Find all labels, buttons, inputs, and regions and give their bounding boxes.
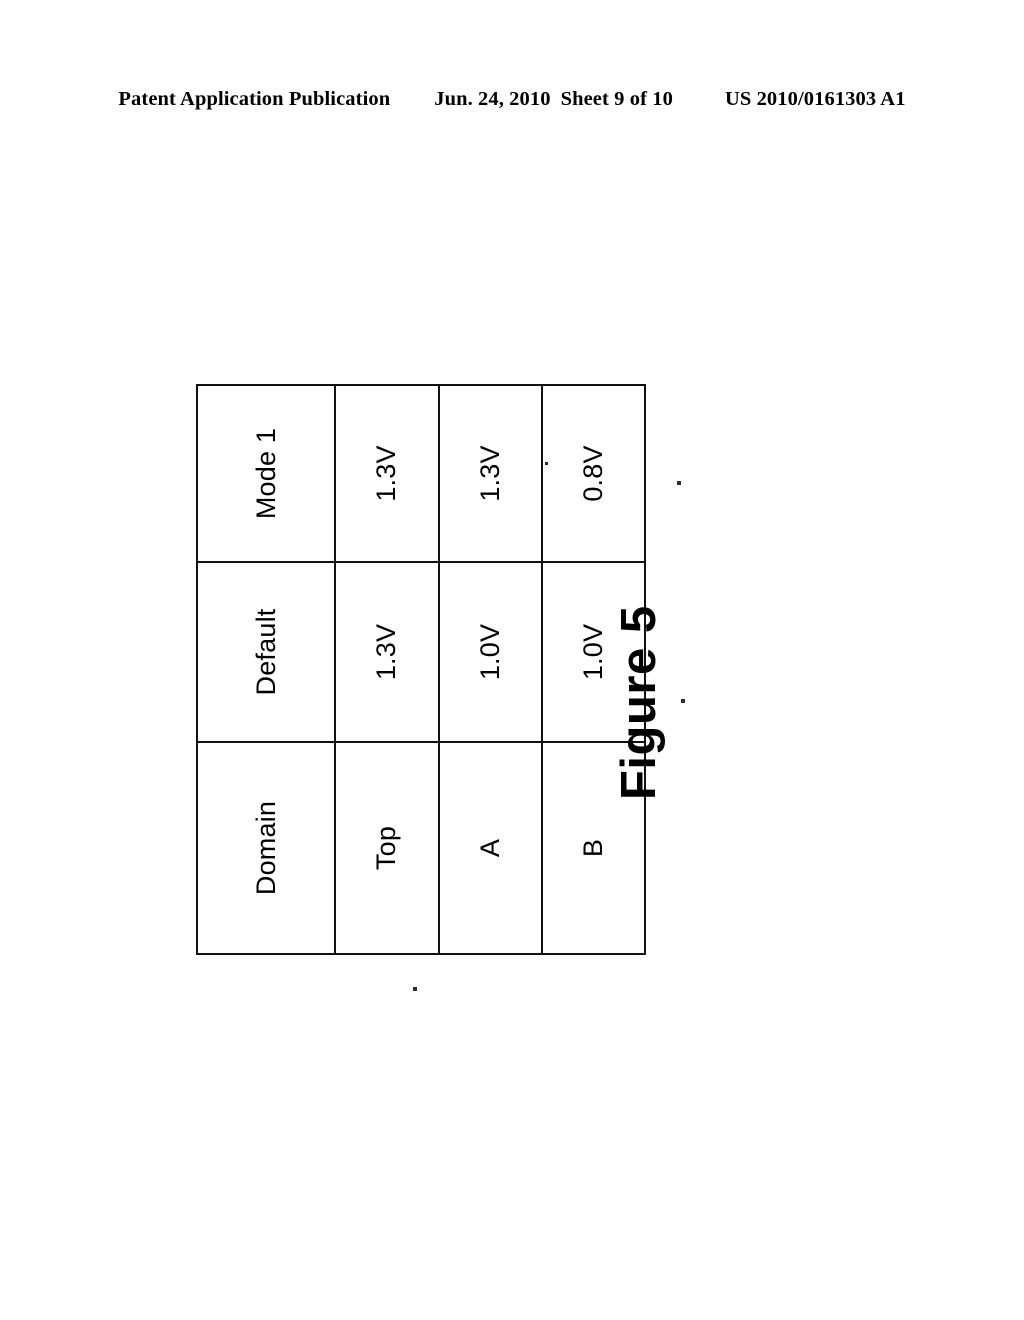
column-header-domain: Domain (197, 742, 336, 954)
column-header-mode-1: Mode 1 (197, 385, 336, 562)
voltage-domain-table: Domain Default Mode 1 Top 1.3V 1.3V A 1.… (196, 384, 646, 955)
header-publication-label: Patent Application Publication (118, 88, 391, 110)
header-sheet-number: Sheet 9 of 10 (560, 88, 673, 110)
table-header-row: Domain Default Mode 1 (197, 385, 336, 954)
cell-mode-1-a: 1.3V (438, 385, 542, 562)
scan-speckle (681, 699, 685, 703)
table-row: A 1.0V 1.3V (438, 385, 542, 954)
header-publication-date: Jun. 24, 2010 (434, 88, 551, 110)
cell-domain-a: A (438, 742, 542, 954)
cell-mode-1-top: 1.3V (335, 385, 439, 562)
patent-running-header: Patent Application Publication Jun. 24, … (0, 88, 1024, 118)
table-row: Top 1.3V 1.3V (335, 385, 439, 954)
cell-domain-top: Top (335, 742, 439, 954)
column-header-default: Default (197, 562, 336, 742)
scan-speckle (677, 481, 681, 485)
header-patent-number: US 2010/0161303 A1 (724, 88, 906, 110)
scan-speckle (545, 462, 548, 465)
figure-caption: Figure 5 (612, 605, 666, 800)
cell-default-a: 1.0V (438, 562, 542, 742)
cell-default-top: 1.3V (335, 562, 439, 742)
cell-mode-1-b: 0.8V (541, 385, 645, 562)
scan-speckle (413, 987, 417, 991)
